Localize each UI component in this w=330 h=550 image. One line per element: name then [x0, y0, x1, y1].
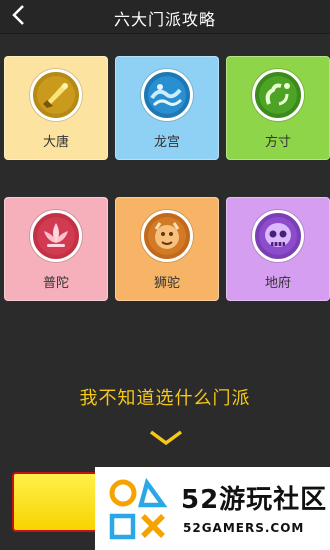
- sect-label: 方寸: [264, 135, 291, 150]
- chevron-down-icon[interactable]: [149, 430, 183, 446]
- sect-label: 普陀: [42, 276, 69, 291]
- gamepad-symbols-icon: [109, 477, 168, 540]
- sect-card-longgong[interactable]: 龙宫: [115, 56, 219, 160]
- watermark-title: 52游玩社区: [181, 485, 328, 515]
- top-bar: 六大门派攻略: [0, 0, 330, 34]
- sect-card-fangcun[interactable]: 方寸: [226, 56, 330, 160]
- sect-label: 地府: [264, 276, 291, 291]
- sect-label: 龙宫: [153, 135, 180, 150]
- lotus-emblem-icon: [30, 210, 82, 262]
- skull-emblem-icon: [252, 210, 304, 262]
- help-choose-link[interactable]: 我不知道选什么门派: [0, 384, 330, 410]
- sect-label: 大唐: [42, 135, 69, 150]
- start-button[interactable]: [12, 472, 108, 532]
- sect-card-shituo[interactable]: 狮驼: [115, 197, 219, 301]
- back-button[interactable]: [6, 2, 32, 28]
- sect-label: 狮驼: [153, 276, 180, 291]
- sect-card-difu[interactable]: 地府: [226, 197, 330, 301]
- watermark: 52游玩社区 52GAMERS.COM: [95, 467, 330, 550]
- cloud-emblem-icon: [252, 69, 304, 121]
- page-title: 六大门派攻略: [113, 10, 216, 29]
- lion-emblem-icon: [141, 210, 193, 262]
- sword-emblem-icon: [30, 69, 82, 121]
- sect-card-putuo[interactable]: 普陀: [4, 197, 108, 301]
- watermark-url: 52GAMERS.COM: [183, 521, 305, 535]
- wave-emblem-icon: [141, 69, 193, 121]
- sect-card-datang[interactable]: 大唐: [4, 56, 108, 160]
- chevron-left-icon: [12, 5, 24, 25]
